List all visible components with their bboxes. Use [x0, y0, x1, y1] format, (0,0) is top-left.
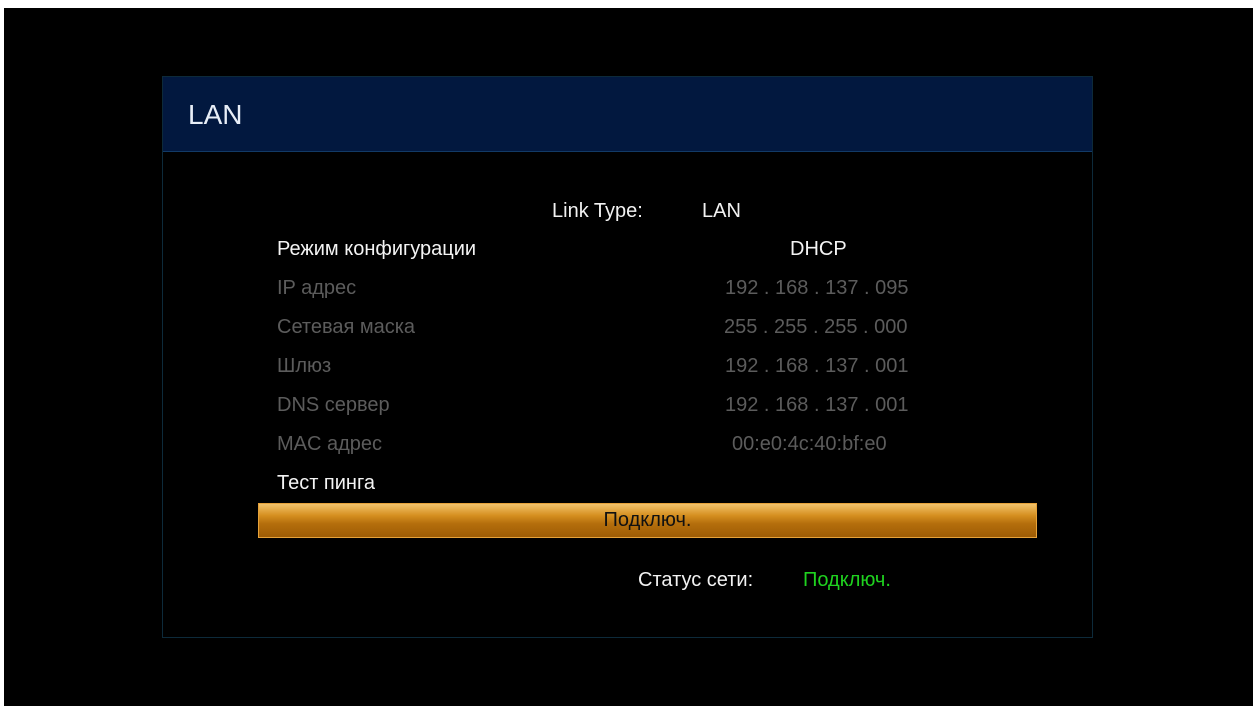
ping-test-item[interactable]: Тест пинга: [277, 471, 375, 495]
dns-server-label: DNS сервер: [277, 394, 390, 416]
ip-address-value: 192 . 168 . 137 . 095: [725, 277, 909, 299]
subnet-mask-value: 255 . 255 . 255 . 000: [724, 316, 908, 338]
config-mode-value[interactable]: DHCP: [790, 237, 847, 261]
ip-address-label: IP адрес: [277, 277, 357, 299]
connect-button[interactable]: Подключ.: [258, 503, 1037, 538]
config-mode-label[interactable]: Режим конфигурации: [277, 237, 476, 261]
mac-address-label: MAC адрес: [277, 433, 383, 455]
subnet-mask-label: Сетевая маска: [277, 316, 416, 338]
dns-server-value: 192 . 168 . 137 . 001: [725, 394, 909, 416]
network-status-value: Подключ.: [803, 569, 891, 591]
mac-address-value: 00:e0:4c:40:bf:e0: [732, 433, 887, 455]
gateway-label: Шлюз: [277, 355, 332, 377]
connect-button-label: Подключ.: [603, 509, 692, 531]
network-status-label: Статус сети:: [638, 569, 754, 591]
link-type-label: Link Type:: [552, 200, 643, 222]
gateway-value: 192 . 168 . 137 . 001: [725, 355, 909, 377]
title-bar: [163, 77, 1092, 152]
link-type-value: LAN: [702, 200, 741, 222]
page-title: LAN: [188, 99, 243, 130]
